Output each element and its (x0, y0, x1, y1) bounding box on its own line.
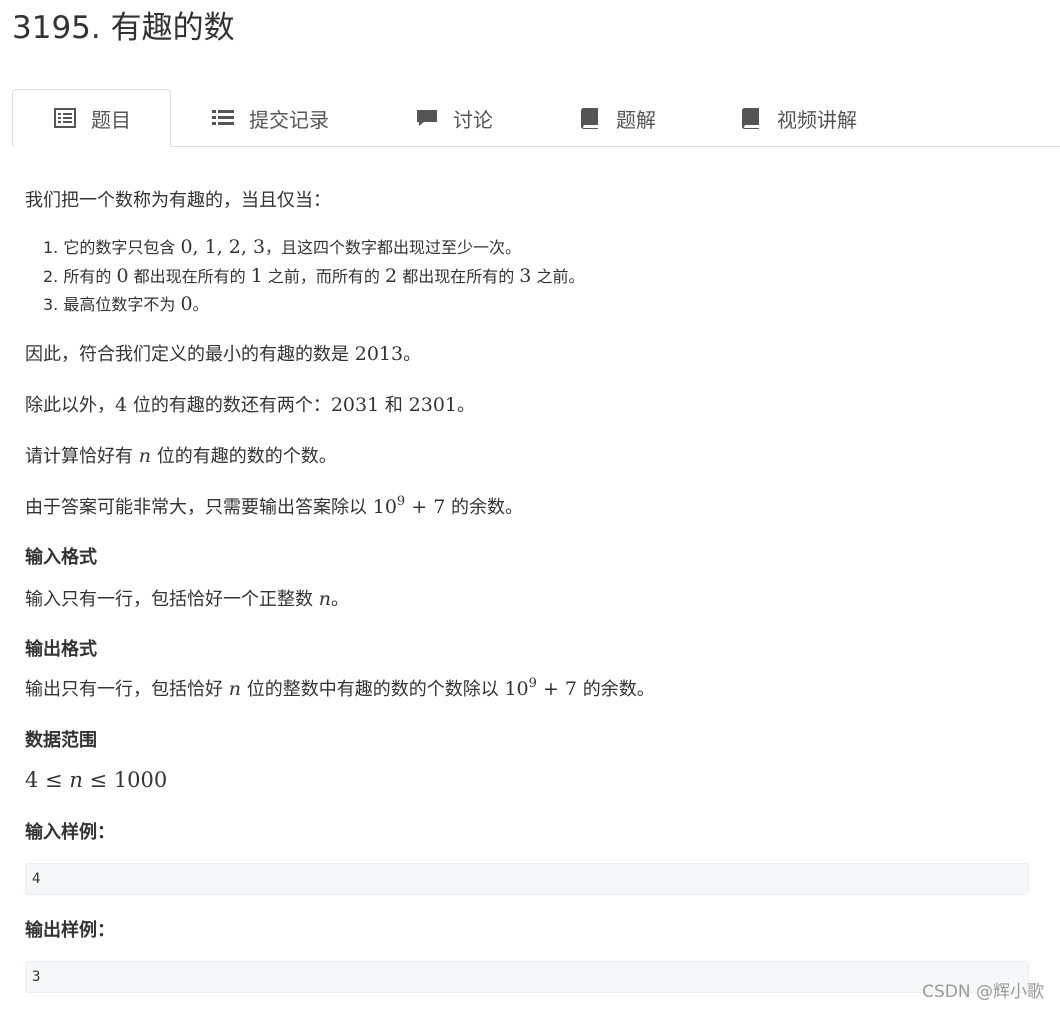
tab-problem[interactable]: 题目 (12, 89, 171, 147)
list-alt-icon (53, 106, 77, 130)
output-format-text: 输出只有一行，包括恰好 n 位的整数中有趣的数的个数除以 109 + 7 的余数… (25, 676, 655, 700)
tab-discussion[interactable]: 讨论 (415, 89, 493, 147)
input-format-text: 输入只有一行，包括恰好一个正整数 n。 (25, 588, 349, 610)
csdn-watermark: CSDN @辉小歌 (922, 982, 1044, 1002)
statement-mod: 由于答案可能非常大，只需要输出答案除以 109 + 7 的余数。 (25, 494, 524, 518)
book-icon (578, 106, 602, 130)
sample-output-heading: 输出样例： (25, 920, 115, 941)
data-range-formula: 4 ≤ n ≤ 1000 (25, 768, 168, 792)
problem-tabs: 题目 提交记录 讨论 题解 视频讲解 (12, 89, 1060, 147)
data-range-heading: 数据范围 (25, 730, 97, 751)
sample-input-heading: 输入样例： (25, 822, 115, 843)
tab-problem-label: 题目 (91, 107, 131, 132)
tab-submissions[interactable]: 提交记录 (211, 89, 329, 147)
tab-submissions-label: 提交记录 (249, 107, 329, 132)
tab-solutions[interactable]: 题解 (578, 89, 656, 147)
statement-others: 除此以外，4 位的有趣的数还有两个：2031 和 2301。 (25, 394, 475, 416)
sample-input-block[interactable]: 4 (25, 863, 1029, 895)
sample-output-block[interactable]: 3 (25, 961, 1029, 993)
tab-discussion-label: 讨论 (453, 107, 493, 132)
tab-video[interactable]: 视频讲解 (739, 89, 857, 147)
rule-item: 2. 所有的 0 都出现在所有的 1 之前，而所有的 2 都出现在所有的 3 之… (43, 265, 585, 287)
tab-solutions-label: 题解 (616, 107, 656, 132)
statement-intro: 我们把一个数称为有趣的，当且仅当： (25, 190, 331, 211)
rule-item: 1. 它的数字只包含 0, 1, 2, 3，且这四个数字都出现过至少一次。 (43, 236, 522, 258)
output-format-heading: 输出格式 (25, 639, 97, 660)
tab-video-label: 视频讲解 (777, 107, 857, 132)
list-icon (211, 106, 235, 130)
statement-smallest: 因此，符合我们定义的最小的有趣的数是 2013。 (25, 343, 422, 365)
input-format-heading: 输入格式 (25, 547, 97, 568)
page-title: 3195. 有趣的数 (12, 10, 235, 46)
comment-icon (415, 106, 439, 130)
book-icon (739, 106, 763, 130)
rule-item: 3. 最高位数字不为 0。 (43, 293, 209, 315)
statement-ask: 请计算恰好有 n 位的有趣的数的个数。 (25, 445, 337, 467)
